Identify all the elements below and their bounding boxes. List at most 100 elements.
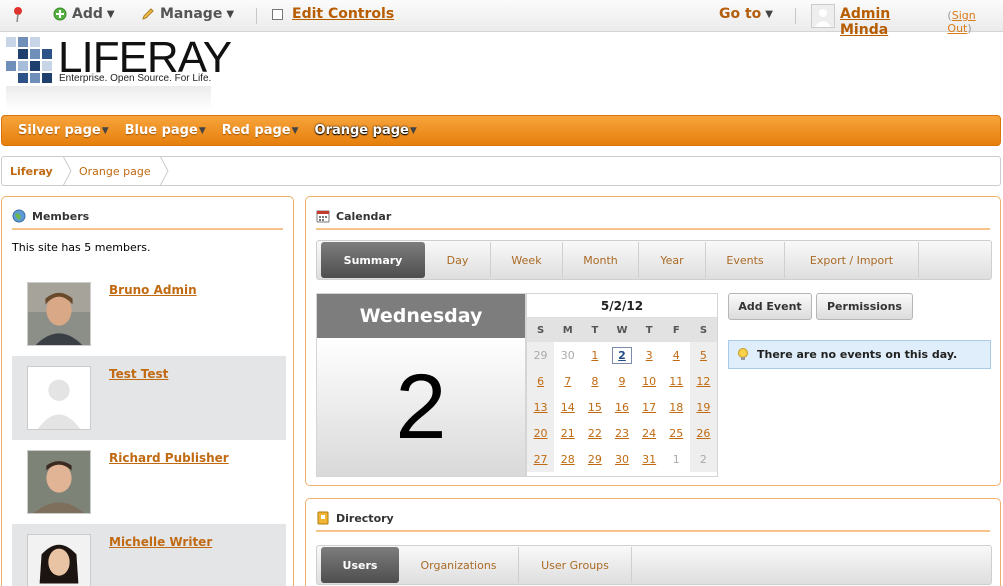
liferay-logo-mark [6,37,52,83]
calendar-day[interactable]: 11 [663,368,690,394]
user-silhouette-icon [815,9,831,27]
calendar-day[interactable]: 6 [527,368,555,394]
breadcrumb-item-liferay[interactable]: Liferay [10,165,53,178]
breadcrumb: Liferay Orange page [1,156,1001,186]
logo-reflection [6,86,211,110]
tab-events[interactable]: Events [706,242,785,278]
manage-menu[interactable]: Manage ▼ [141,6,234,22]
nav-item-silver[interactable]: Silver page ▼ [18,123,109,138]
calendar-day[interactable]: 3 [636,342,663,368]
calendar-day[interactable]: 4 [663,342,690,368]
member-name-link[interactable]: Test Test [109,367,168,381]
site-logo[interactable]: LIFERAY Enterprise. Open Source. For Lif… [2,33,232,115]
calendar-title: Calendar [316,209,391,223]
add-menu[interactable]: Add ▼ [53,6,115,22]
add-label: Add [72,6,103,22]
member-name-link[interactable]: Michelle Writer [109,535,212,549]
tab-user-groups[interactable]: User Groups [519,547,632,583]
calendar-day[interactable]: 25 [663,420,690,446]
weekday-header: S [689,318,717,342]
default-avatar[interactable] [27,366,91,430]
logo-tagline: Enterprise. Open Source. For Life. [59,73,212,84]
title-rule [12,228,283,230]
calendar-day[interactable]: 14 [554,394,581,420]
calendar-day[interactable]: 8 [581,368,608,394]
nav-item-blue[interactable]: Blue page ▼ [125,123,206,138]
nav-item-orange[interactable]: Orange page ▼ [315,123,417,138]
members-count-text: This site has 5 members. [12,241,151,254]
directory-portlet: Directory Users Organizations User Group… [305,498,1001,586]
breadcrumb-separator-icon [62,156,72,186]
weekday-header: S [527,318,555,342]
calendar-day[interactable]: 17 [636,394,663,420]
tab-export-import[interactable]: Export / Import [785,242,919,278]
member-photo[interactable] [27,450,91,514]
chevron-down-icon: ▼ [198,125,206,136]
calendar-day[interactable]: 23 [608,420,635,446]
calendar-day[interactable]: 9 [608,368,635,394]
chevron-down-icon: ▼ [226,8,235,20]
edit-controls-checkbox[interactable] [272,8,283,20]
calendar-day-today[interactable]: 2 [608,342,635,368]
chevron-down-icon: ▼ [765,8,773,20]
tab-year[interactable]: Year [639,242,706,278]
calendar-day[interactable]: 18 [663,394,690,420]
calendar-day[interactable]: 7 [554,368,581,394]
pin-icon[interactable] [12,6,26,24]
weekday-header: F [662,318,690,342]
calendar-day[interactable]: 29 [581,446,608,472]
permissions-button[interactable]: Permissions [816,293,913,320]
calendar-day[interactable]: 20 [527,420,555,446]
calendar-day[interactable]: 21 [554,420,581,446]
nav-item-red[interactable]: Red page ▼ [222,123,299,138]
member-name-link[interactable]: Richard Publisher [109,451,229,465]
calendar-day[interactable]: 16 [608,394,635,420]
member-photo[interactable] [27,282,91,346]
calendar-day[interactable]: 30 [608,446,635,472]
signout-link[interactable]: Sign Out [947,9,975,35]
nav-item-label: Silver page [18,123,101,138]
weekday-header: M [554,318,582,342]
tab-summary[interactable]: Summary [321,242,425,278]
breadcrumb-separator-icon [159,156,169,186]
calendar-day[interactable]: 15 [581,394,608,420]
edit-controls-toggle[interactable]: Edit Controls [272,6,394,22]
goto-menu[interactable]: Go to ▼ [719,6,773,22]
calendar-day[interactable]: 27 [527,446,555,472]
calendar-day-today-number: 2 [612,346,632,364]
calendar-day[interactable]: 24 [636,420,663,446]
edit-controls-label[interactable]: Edit Controls [292,6,394,22]
calendar-day[interactable]: 1 [581,342,608,368]
calendar-day[interactable]: 5 [689,342,717,368]
add-event-button[interactable]: Add Event [728,293,812,320]
no-events-text: There are no events on this day. [757,348,958,361]
tab-organizations[interactable]: Organizations [399,547,519,583]
tab-week[interactable]: Week [491,242,563,278]
user-avatar[interactable] [811,4,835,28]
calendar-day[interactable]: 22 [581,420,608,446]
user-name-link[interactable]: Admin Minda [840,6,942,38]
tab-month[interactable]: Month [563,242,639,278]
selected-weekday: Wednesday [317,294,525,338]
title-rule [316,228,990,230]
manage-label: Manage [160,6,223,22]
weekday-header: W [608,318,636,342]
member-name-link[interactable]: Bruno Admin [109,283,197,297]
calendar-day[interactable]: 12 [689,368,717,394]
calendar-day[interactable]: 26 [689,420,717,446]
calendar-day[interactable]: 31 [636,446,663,472]
calendar-day[interactable]: 10 [636,368,663,394]
calendar-day[interactable]: 19 [689,394,717,420]
lightbulb-icon [738,347,748,360]
weekday-header: T [635,318,663,342]
no-events-message: There are no events on this day. [728,340,991,369]
tab-users[interactable]: Users [321,547,399,583]
member-photo[interactable] [27,534,91,586]
tab-day[interactable]: Day [425,242,491,278]
calendar-portlet: Calendar Summary Day Week Month Year Eve… [305,196,1001,486]
globe-icon [12,209,26,223]
calendar-day[interactable]: 13 [527,394,555,420]
breadcrumb-item-orange[interactable]: Orange page [79,165,151,178]
calendar-day[interactable]: 28 [554,446,581,472]
members-portlet: Members This site has 5 members. Bruno A… [1,196,294,586]
